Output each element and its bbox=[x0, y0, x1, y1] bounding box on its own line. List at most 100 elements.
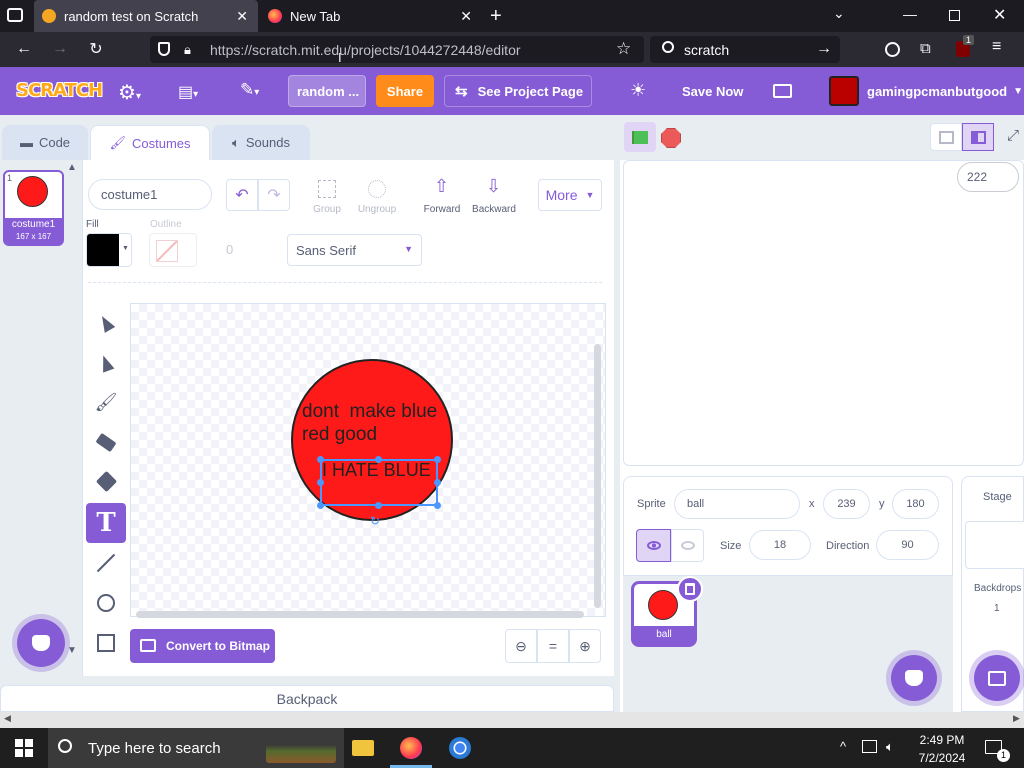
close-tab-icon[interactable]: ✕ bbox=[236, 8, 248, 25]
browser-tab-new[interactable]: New Tab ✕ bbox=[260, 0, 482, 32]
avatar[interactable] bbox=[829, 76, 859, 106]
firefox-taskbar-icon[interactable] bbox=[400, 737, 422, 759]
see-project-page-button[interactable]: ⇆ See Project Page bbox=[444, 75, 592, 107]
volume-muted-icon[interactable]: 🔈︎ bbox=[886, 739, 894, 755]
network-icon[interactable] bbox=[862, 740, 877, 753]
rotate-handle-icon[interactable]: ↻ bbox=[370, 514, 380, 528]
zoom-in-button[interactable]: ⊕ bbox=[569, 629, 601, 663]
selection-handle[interactable] bbox=[434, 502, 441, 509]
browser-tab-scratch[interactable]: random test on Scratch ✕ bbox=[34, 0, 258, 32]
backward-button[interactable]: ⇩ Backward bbox=[470, 176, 518, 216]
delete-sprite-button[interactable] bbox=[677, 576, 703, 602]
clock-time[interactable]: 2:49 PM bbox=[917, 733, 967, 747]
backpack[interactable]: Backpack bbox=[0, 685, 614, 712]
size-input[interactable]: 18 bbox=[749, 530, 811, 560]
shield-icon[interactable] bbox=[158, 42, 170, 56]
canvas-text-2[interactable]: red good bbox=[302, 424, 377, 446]
reshape-tool[interactable] bbox=[88, 345, 124, 381]
stop-button[interactable] bbox=[661, 128, 681, 148]
settings-gear-icon[interactable]: ⚙▾ bbox=[118, 80, 141, 105]
debug-lightbulb-icon[interactable]: ☀ bbox=[630, 80, 646, 101]
project-title-input[interactable]: random ... bbox=[288, 75, 366, 107]
new-tab-plus-icon[interactable]: + bbox=[490, 5, 502, 28]
forward-arrow-icon[interactable]: → bbox=[50, 40, 70, 58]
costume-list-scroll-up[interactable]: ▲ bbox=[67, 162, 77, 173]
selection-handle[interactable] bbox=[434, 456, 441, 463]
search-go-arrow-icon[interactable]: → bbox=[816, 40, 832, 58]
fill-tool[interactable] bbox=[88, 463, 124, 499]
close-tab-icon[interactable]: ✕ bbox=[460, 8, 472, 25]
selection-handle[interactable] bbox=[317, 479, 324, 486]
tab-list-icon[interactable] bbox=[7, 8, 23, 22]
convert-to-bitmap-button[interactable]: Convert to Bitmap bbox=[130, 629, 275, 663]
choose-costume-button[interactable] bbox=[17, 619, 65, 667]
choose-sprite-button[interactable] bbox=[891, 655, 937, 701]
canvas-horizontal-scrollbar[interactable] bbox=[136, 611, 584, 618]
chrome-taskbar-icon[interactable] bbox=[449, 737, 471, 759]
font-select[interactable]: Sans Serif ▼ bbox=[287, 234, 422, 266]
y-input[interactable]: 180 bbox=[892, 489, 939, 519]
username[interactable]: gamingpcmanbutgood ▼ bbox=[867, 67, 1023, 115]
selection-handle[interactable] bbox=[375, 502, 382, 509]
back-arrow-icon[interactable]: ← bbox=[14, 40, 34, 58]
account-icon[interactable] bbox=[885, 42, 900, 57]
file-menu-icon[interactable]: ▤▾ bbox=[178, 82, 198, 102]
sprite-name-input[interactable]: ball bbox=[674, 489, 800, 519]
scratch-logo[interactable]: SCRATCH bbox=[16, 80, 103, 101]
tab-sounds[interactable]: 🔈︎ Sounds bbox=[212, 125, 310, 160]
close-window-icon[interactable]: ✕ bbox=[993, 5, 1006, 25]
forward-button[interactable]: ⇧ Forward bbox=[418, 176, 466, 216]
share-button[interactable]: Share bbox=[376, 75, 434, 107]
search-highlight-illustration-icon[interactable] bbox=[266, 733, 336, 763]
zoom-reset-button[interactable]: = bbox=[537, 629, 569, 663]
file-explorer-icon[interactable] bbox=[352, 740, 374, 756]
selection-handle[interactable] bbox=[317, 502, 324, 509]
brush-tool[interactable]: 🖌︎ bbox=[88, 384, 124, 420]
text-tool[interactable]: T bbox=[86, 503, 126, 543]
scroll-left-arrow-icon[interactable]: ◀ bbox=[4, 713, 11, 724]
hamburger-menu-icon[interactable]: ≡ bbox=[992, 38, 1001, 56]
eraser-tool[interactable] bbox=[88, 424, 124, 460]
x-input[interactable]: 239 bbox=[823, 489, 870, 519]
windows-start-icon[interactable] bbox=[15, 739, 33, 757]
tab-code[interactable]: ▬ Code bbox=[2, 125, 88, 160]
small-stage-button[interactable] bbox=[930, 123, 962, 151]
stage-canvas[interactable] bbox=[623, 160, 1024, 466]
zoom-out-button[interactable]: ⊖ bbox=[505, 629, 537, 663]
green-flag-button[interactable] bbox=[624, 122, 656, 152]
ungroup-button[interactable]: Ungroup bbox=[353, 176, 401, 216]
large-stage-button[interactable] bbox=[962, 123, 994, 151]
tab-costumes[interactable]: 🖌︎ Costumes bbox=[90, 125, 210, 160]
fullscreen-icon[interactable]: ⤢ bbox=[1007, 127, 1019, 144]
outline-color-picker[interactable] bbox=[149, 233, 197, 267]
circle-tool[interactable] bbox=[88, 585, 124, 621]
url-bar[interactable]: https://scratch.mit.edu/projects/1044272… bbox=[150, 36, 644, 63]
select-tool[interactable] bbox=[88, 305, 124, 341]
search-bar[interactable]: scratch bbox=[650, 36, 840, 63]
page-horizontal-scrollbar[interactable] bbox=[0, 712, 1024, 728]
my-stuff-folder-icon[interactable] bbox=[773, 84, 792, 98]
selection-handle[interactable] bbox=[317, 456, 324, 463]
more-button[interactable]: More ▼ bbox=[538, 179, 602, 211]
line-tool[interactable] bbox=[88, 545, 124, 581]
direction-input[interactable]: 90 bbox=[876, 530, 939, 560]
canvas-text-1[interactable]: dont make blue bbox=[302, 401, 437, 423]
selection-handle[interactable] bbox=[434, 479, 441, 486]
outline-width-value[interactable]: 0 bbox=[226, 242, 233, 257]
minimize-window-icon[interactable]: — bbox=[903, 6, 917, 22]
reload-icon[interactable]: ↻ bbox=[86, 39, 106, 59]
lock-icon[interactable]: 🔒︎ bbox=[184, 42, 191, 58]
restore-window-icon[interactable] bbox=[949, 10, 960, 21]
save-now-button[interactable]: Save Now bbox=[682, 67, 743, 115]
redo-button[interactable]: ↷ bbox=[258, 179, 290, 211]
undo-button[interactable]: ↶ bbox=[226, 179, 258, 211]
scroll-right-arrow-icon[interactable]: ▶ bbox=[1013, 713, 1020, 724]
group-button[interactable]: Group bbox=[303, 176, 351, 216]
show-sprite-button[interactable] bbox=[636, 529, 671, 562]
extensions-puzzle-icon[interactable]: ⧉ bbox=[920, 40, 931, 57]
clock-date[interactable]: 7/2/2024 bbox=[913, 751, 971, 765]
rectangle-tool[interactable] bbox=[88, 625, 124, 661]
hide-sprite-button[interactable] bbox=[671, 529, 704, 562]
selection-handle[interactable] bbox=[375, 456, 382, 463]
selection-box[interactable] bbox=[320, 459, 438, 506]
